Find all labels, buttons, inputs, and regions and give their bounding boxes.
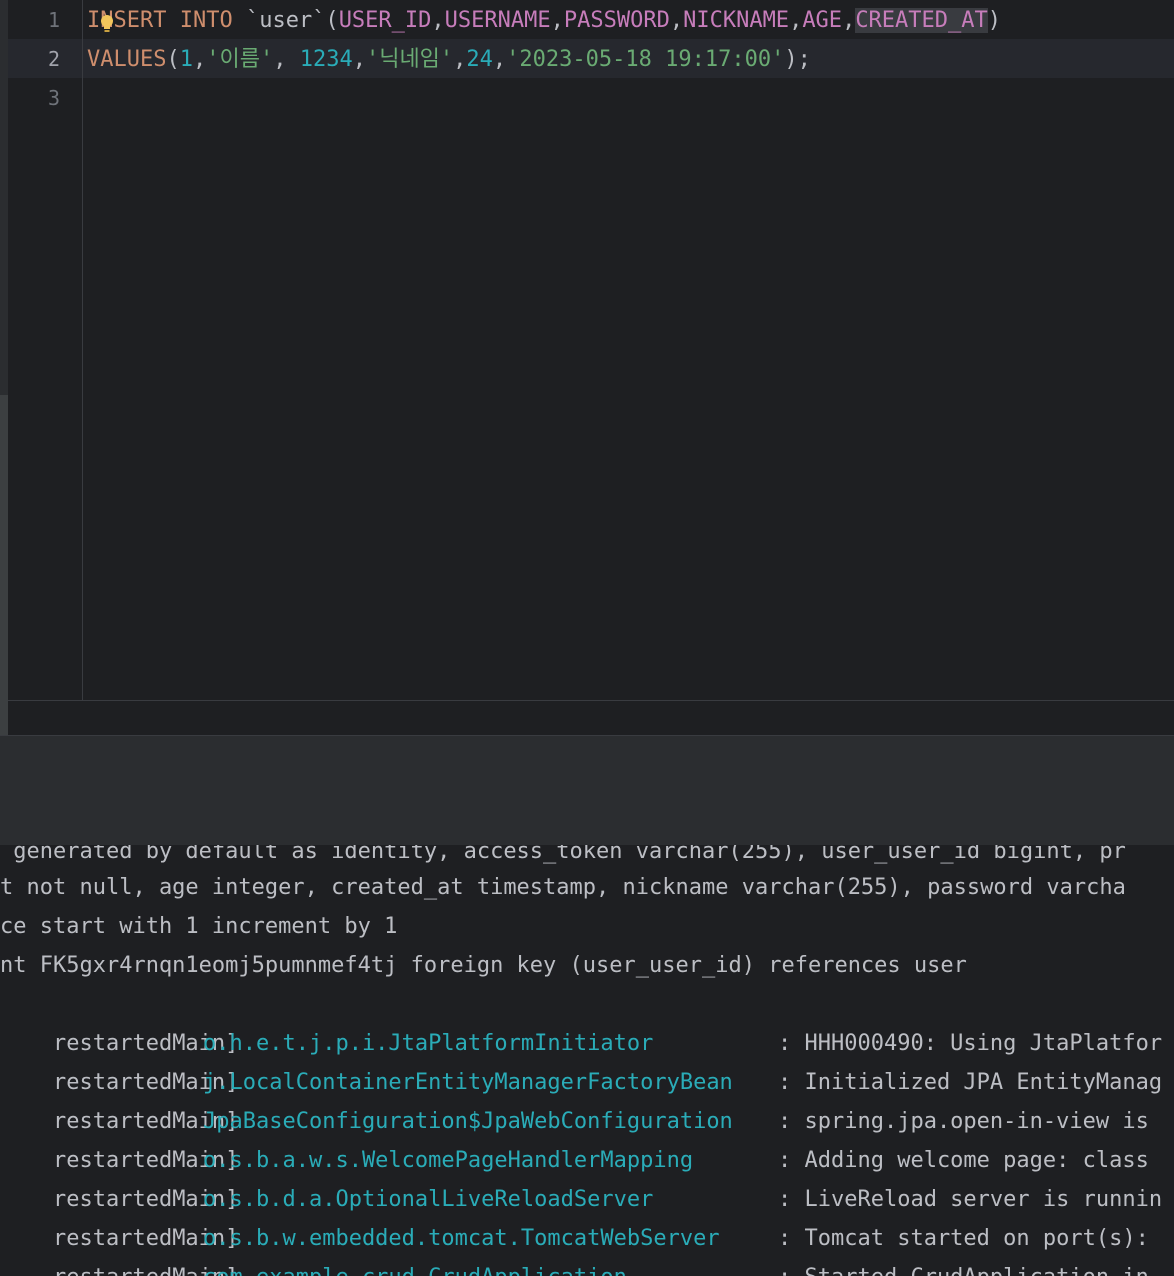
- value-string: '2023-05-18 19:17:00': [506, 47, 785, 72]
- log-entry: restartedMain] o.s.b.w.embedded.tomcat.To…: [0, 1180, 1174, 1251]
- column-age: AGE: [802, 8, 843, 33]
- column-username: USERNAME: [444, 8, 551, 33]
- run-console[interactable]: generated by default as identity, access…: [0, 845, 1174, 1276]
- log-message: : Started CrudApplication in: [778, 1258, 1149, 1276]
- log-entry: restartedMain]com.example.crud.CrudAppli…: [0, 1219, 1174, 1276]
- line-number-gutter: 1 2 3: [8, 0, 83, 700]
- editor-left-strip: [0, 0, 8, 735]
- keyword-insert: INSERT: [87, 8, 167, 33]
- line-number: 1: [47, 8, 60, 32]
- keyword-into: INTO: [179, 8, 233, 33]
- sql-editor[interactable]: 1 2 3 INSERT INTO `user`(USER_ID,USERNAM…: [0, 0, 1174, 735]
- log-entry: restartedMain] j.LocalContainerEntityMana…: [0, 1024, 1174, 1095]
- value-number: 24: [466, 47, 493, 72]
- console-line: ce start with 1 increment by 1: [0, 914, 398, 939]
- tool-window-header: [0, 735, 1174, 846]
- value-number: 1234: [299, 47, 353, 72]
- lightbulb-icon[interactable]: [100, 14, 114, 34]
- log-entry: restartedMain] o.h.e.t.j.p.i.JtaPlatformI…: [0, 985, 1174, 1056]
- value-string: '이름': [206, 47, 274, 72]
- log-entry: restartedMain] o.s.b.d.a.OptionalLiveRelo…: [0, 1141, 1174, 1212]
- line-number: 2: [47, 47, 60, 71]
- column-user-id: USER_ID: [338, 8, 432, 33]
- statement-end: );: [784, 47, 811, 72]
- code-line-2[interactable]: VALUES(1,'이름', 1234,'닉네임',24,'2023-05-18…: [87, 40, 811, 79]
- log-logger-link[interactable]: com.example.crud.CrudApplication: [203, 1258, 627, 1276]
- column-nickname: NICKNAME: [683, 8, 790, 33]
- close-paren: ): [987, 8, 1002, 33]
- value-string: '닉네임': [365, 47, 454, 72]
- keyword-values: VALUES: [87, 47, 167, 72]
- table-name: `user`(: [232, 8, 339, 33]
- line-number: 3: [47, 86, 60, 110]
- column-password: PASSWORD: [563, 8, 670, 33]
- column-created-at: CREATED_AT: [855, 8, 988, 33]
- console-line: t not null, age integer, created_at time…: [0, 875, 1126, 900]
- log-entry: restartedMain] JpaBaseConfiguration$JpaWe…: [0, 1063, 1174, 1134]
- code-line-1[interactable]: INSERT INTO `user`(USER_ID,USERNAME,PASS…: [87, 1, 1001, 40]
- log-entry: restartedMain] o.s.b.a.w.s.WelcomePageHan…: [0, 1102, 1174, 1173]
- left-scroll-marker[interactable]: [0, 395, 8, 735]
- open-paren: (: [166, 47, 180, 72]
- editor-bottom-border: [8, 700, 1174, 701]
- console-line: nt FK5gxr4rnqn1eomj5pumnmef4tj foreign k…: [0, 953, 967, 978]
- value-number: 1: [179, 47, 193, 72]
